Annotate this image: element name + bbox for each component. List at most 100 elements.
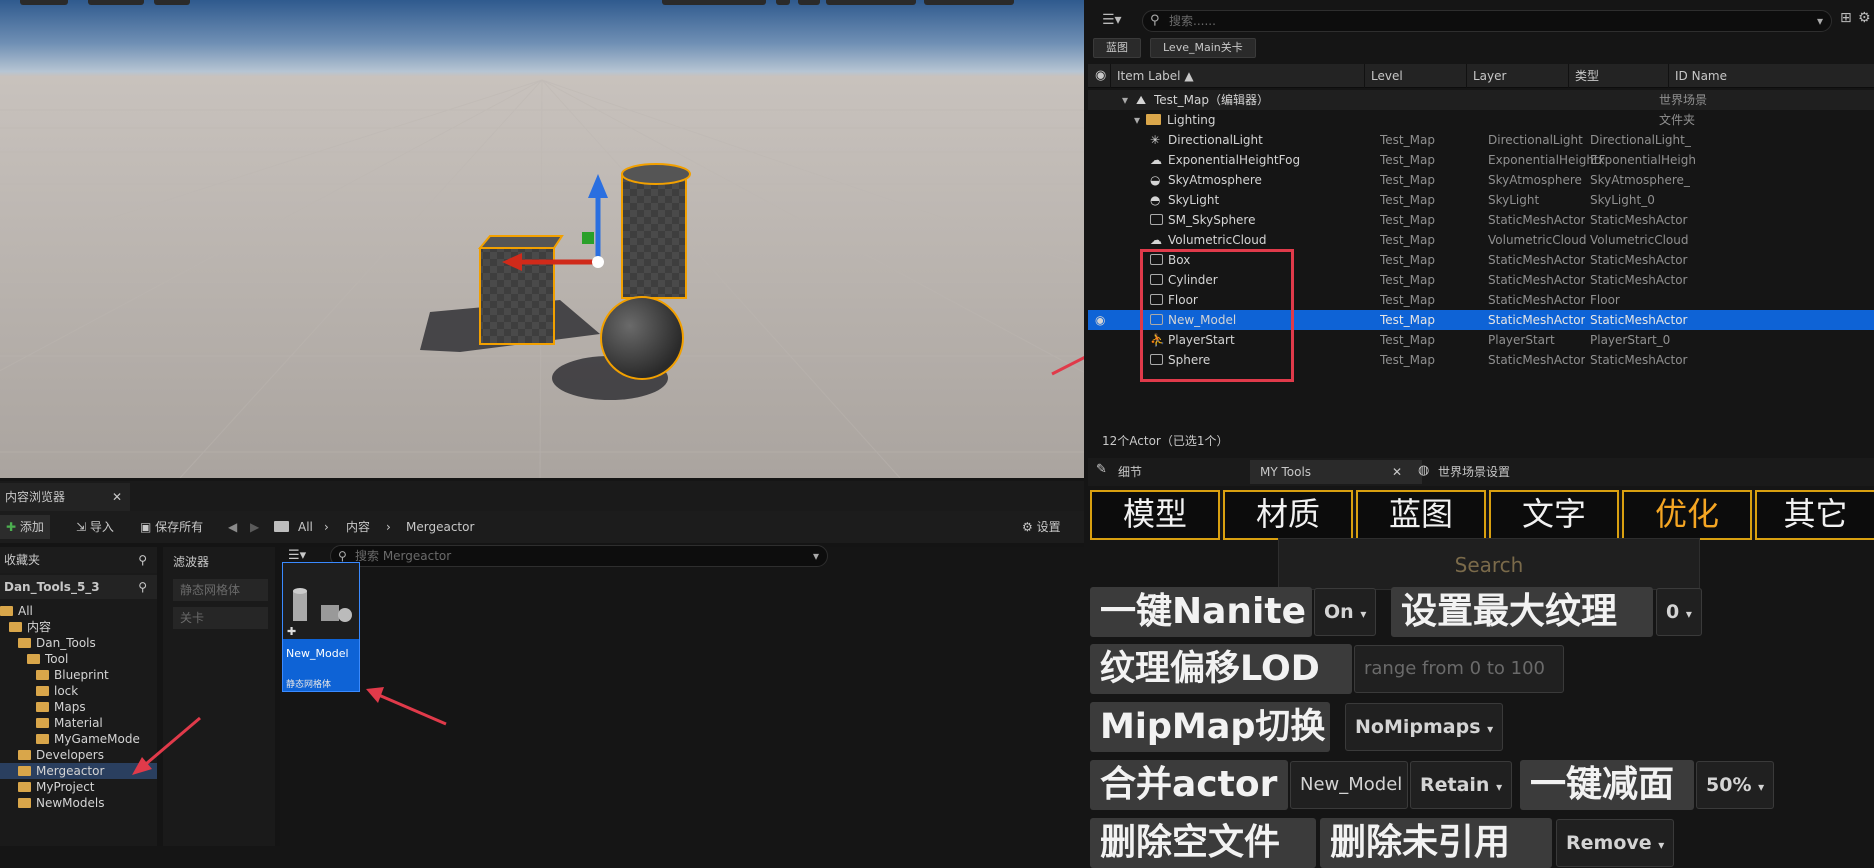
add-actor-icon[interactable]: ⊞ xyxy=(1840,10,1852,26)
outliner-row[interactable]: Box Test_Map StaticMeshActor StaticMeshActo… xyxy=(1088,250,1874,270)
outliner-row[interactable]: ✳ DirectionalLight Test_Map DirectionalLigh… xyxy=(1088,130,1874,150)
mipmap-dropdown[interactable]: NoMipmaps ▾ xyxy=(1345,703,1504,751)
merge-name-input[interactable]: New_Model xyxy=(1290,761,1408,809)
outliner-chip-level[interactable]: Leve_Main关卡 xyxy=(1150,38,1256,58)
search-icon[interactable]: ⚲ xyxy=(138,547,147,573)
outliner-row[interactable]: ☁ ExponentialHeightFog Test_Map Exponential… xyxy=(1088,150,1874,170)
texture-lod-button[interactable]: 纹理偏移LOD xyxy=(1090,644,1352,694)
level-viewport[interactable] xyxy=(0,0,1084,478)
chevron-down-icon[interactable]: ▾ xyxy=(1817,11,1823,31)
lod-range-input[interactable]: range from 0 to 100 xyxy=(1354,645,1564,693)
favorites-header[interactable]: 收藏夹 ⚲ xyxy=(0,547,157,573)
folder-tree-item[interactable]: lock xyxy=(0,683,157,699)
filter-static-mesh[interactable]: 静态网格体 xyxy=(173,579,268,601)
path-content[interactable]: 内容 xyxy=(346,511,370,543)
column-item-label[interactable]: Item Label ▲ xyxy=(1110,64,1364,88)
eye-icon[interactable]: ◉ xyxy=(1095,64,1106,88)
outliner-status: 12个Actor（已选1个） xyxy=(1102,434,1229,448)
folder-tree-item[interactable]: Developers xyxy=(0,747,157,763)
save-all-button[interactable]: ▣ 保存所有 xyxy=(140,511,203,543)
import-icon: ⇲ xyxy=(76,520,87,534)
tools-search-input[interactable]: Search xyxy=(1278,538,1700,590)
outliner-row[interactable]: ◉ New_Model Test_Map StaticMeshActor StaticM… xyxy=(1088,310,1874,330)
max-texture-button[interactable]: 设置最大纹理 xyxy=(1391,587,1653,637)
mipmap-button[interactable]: MipMap切换 xyxy=(1090,702,1330,752)
merge-actor-button[interactable]: 合并actor xyxy=(1090,760,1288,810)
chevron-down-icon[interactable]: ▾ xyxy=(1134,110,1140,130)
tab-content-browser[interactable]: 内容浏览器 ✕ xyxy=(0,483,130,511)
folder-tree-item[interactable]: MyProject xyxy=(0,779,157,795)
remove-dropdown[interactable]: Remove ▾ xyxy=(1556,819,1675,867)
category-text[interactable]: 文字 xyxy=(1489,490,1619,540)
delete-unreferenced-button[interactable]: 删除未引用 xyxy=(1320,818,1552,868)
outliner-map-row[interactable]: ▾ ⛰ Test_Map（编辑器） 世界场景 xyxy=(1088,90,1874,110)
column-type[interactable]: 类型 xyxy=(1568,64,1668,88)
fog-icon: ☁ xyxy=(1150,153,1162,167)
category-blueprint[interactable]: 蓝图 xyxy=(1356,490,1486,540)
add-button[interactable]: ✚ 添加 xyxy=(0,515,50,539)
outliner-row[interactable]: ☁ VolumetricCloud Test_Map VolumetricCloud V… xyxy=(1088,230,1874,250)
column-id-name[interactable]: ID Name xyxy=(1668,64,1874,88)
path-all[interactable]: All xyxy=(298,511,313,543)
folder-tree-item[interactable]: Blueprint xyxy=(0,667,157,683)
filter-icon[interactable]: ☰▾ xyxy=(1102,12,1122,28)
outliner-row-id: VolumetricCloud xyxy=(1590,233,1689,247)
sky-atmosphere-icon: ◒ xyxy=(1150,173,1161,187)
chevron-down-icon[interactable]: ▾ xyxy=(813,546,819,566)
outliner-folder-row[interactable]: ▾ Lighting 文件夹 xyxy=(1088,110,1874,130)
close-icon[interactable]: ✕ xyxy=(112,483,122,511)
forward-icon[interactable]: ▶ xyxy=(250,511,259,543)
outliner-row[interactable]: ⛹ PlayerStart Test_Map PlayerStart PlayerSta… xyxy=(1088,330,1874,350)
reduce-dropdown[interactable]: 50% ▾ xyxy=(1696,761,1775,809)
outliner-chip-blueprint[interactable]: 蓝图 xyxy=(1093,38,1141,58)
max-texture-dropdown[interactable]: 0 ▾ xyxy=(1656,588,1702,636)
folder-tree-item[interactable]: Material xyxy=(0,715,157,731)
delete-empty-button[interactable]: 删除空文件 xyxy=(1090,818,1316,868)
asset-tile[interactable]: ✚ New_Model 静态网格体 xyxy=(282,562,360,692)
outliner-row[interactable]: Cylinder Test_Map StaticMeshActor StaticMes… xyxy=(1088,270,1874,290)
outliner-row[interactable]: Sphere Test_Map StaticMeshActor StaticMeshA… xyxy=(1088,350,1874,370)
filter-level[interactable]: 关卡 xyxy=(173,607,268,629)
nanite-dropdown[interactable]: On ▾ xyxy=(1314,588,1377,636)
close-icon[interactable]: ✕ xyxy=(1392,465,1402,479)
map-icon: ⛰ xyxy=(1136,93,1147,107)
folder-tree-item[interactable]: NewModels xyxy=(0,795,157,811)
eye-icon[interactable]: ◉ xyxy=(1095,310,1105,330)
reduce-button[interactable]: 一键减面 xyxy=(1520,760,1694,810)
folder-tree-item[interactable]: Maps xyxy=(0,699,157,715)
outliner-search-input[interactable]: ⚲ 搜索...... ▾ xyxy=(1142,10,1832,32)
outliner-row[interactable]: Floor Test_Map StaticMeshActor Floor xyxy=(1088,290,1874,310)
settings-button[interactable]: ⚙ 设置 xyxy=(1022,511,1061,543)
settings-icon[interactable]: ⚙ xyxy=(1858,10,1871,26)
back-icon[interactable]: ◀ xyxy=(228,511,237,543)
column-layer[interactable]: Layer xyxy=(1466,64,1568,88)
category-model[interactable]: 模型 xyxy=(1090,490,1220,540)
project-header[interactable]: Dan_Tools_5_3 ⚲ xyxy=(0,575,157,599)
column-level[interactable]: Level xyxy=(1364,64,1466,88)
folder-tree-label: 内容 xyxy=(27,620,52,634)
path-mergeactor[interactable]: Mergeactor xyxy=(406,511,474,543)
folder-tree-item[interactable]: Mergeactor xyxy=(0,763,157,779)
outliner-row[interactable]: ◒ SkyAtmosphere Test_Map SkyAtmosphere SkyAt… xyxy=(1088,170,1874,190)
cloud-icon: ☁ xyxy=(1150,233,1162,247)
merge-mode-dropdown[interactable]: Retain ▾ xyxy=(1410,761,1513,809)
outliner-row[interactable]: SM_SkySphere Test_Map StaticMeshActor Stati… xyxy=(1088,210,1874,230)
tab-world-settings[interactable]: 世界场景设置 xyxy=(1428,460,1520,484)
asset-search-input[interactable]: ⚲ 搜索 Mergeactor ▾ xyxy=(330,545,828,567)
category-optimize[interactable]: 优化 xyxy=(1622,490,1752,540)
tab-details[interactable]: 细节 xyxy=(1108,460,1152,484)
folder-tree-item[interactable]: 内容 xyxy=(0,619,157,635)
search-icon[interactable]: ⚲ xyxy=(138,575,147,599)
reduce-value: 50% xyxy=(1706,774,1752,796)
folder-tree-item[interactable]: MyGameMode xyxy=(0,731,157,747)
nanite-button[interactable]: 一键Nanite xyxy=(1090,587,1312,637)
folder-tree-item[interactable]: Tool xyxy=(0,651,157,667)
filter-icon[interactable]: ☰▾ xyxy=(288,548,306,563)
category-material[interactable]: 材质 xyxy=(1223,490,1353,540)
folder-tree-item[interactable]: All xyxy=(0,603,157,619)
outliner-row[interactable]: ◓ SkyLight Test_Map SkyLight SkyLight_0 xyxy=(1088,190,1874,210)
folder-tree-item[interactable]: Dan_Tools xyxy=(0,635,157,651)
chevron-down-icon[interactable]: ▾ xyxy=(1122,90,1128,110)
import-button[interactable]: ⇲ 导入 xyxy=(76,511,114,543)
category-other[interactable]: 其它 xyxy=(1755,490,1874,540)
